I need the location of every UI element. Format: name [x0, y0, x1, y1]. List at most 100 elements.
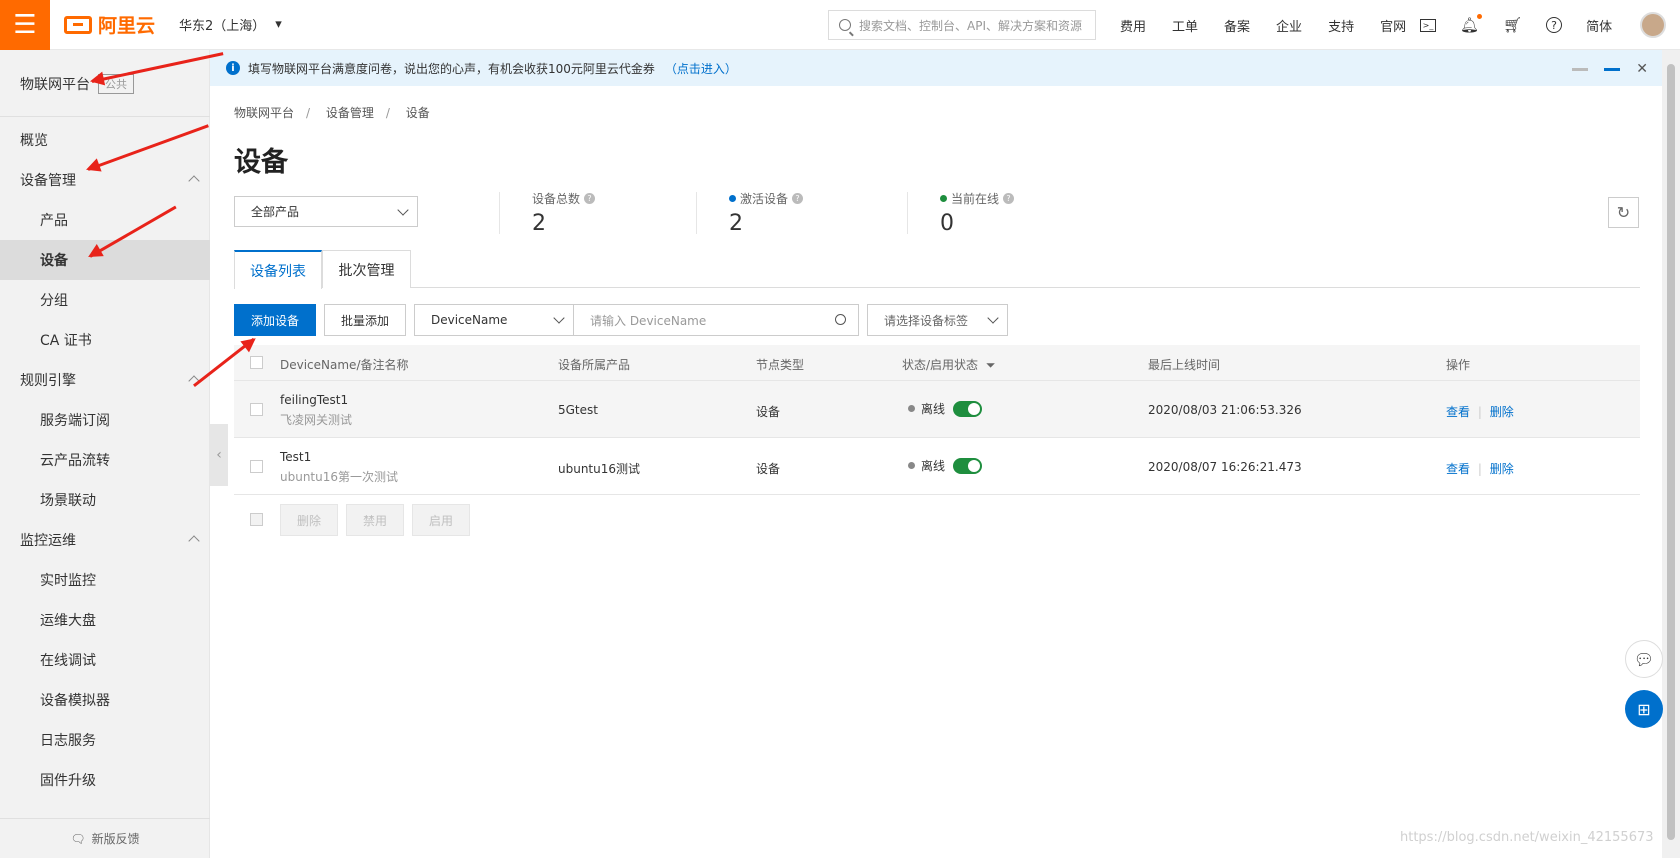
nav-support[interactable]: 支持 [1328, 16, 1354, 35]
bulk-enable-button[interactable]: 启用 [412, 504, 470, 536]
breadcrumb-item[interactable]: 物联网平台 [234, 106, 294, 120]
enable-toggle[interactable] [953, 457, 983, 474]
filter-field-select[interactable]: DeviceName [414, 304, 574, 336]
region-selector[interactable]: 华东2（上海） ▾ [179, 15, 282, 34]
terminal-icon[interactable]: >_ [1420, 18, 1436, 32]
sidebar-item-label: 在线调试 [40, 653, 96, 669]
product-select-value: 全部产品 [251, 205, 300, 219]
carousel-indicator[interactable] [1572, 67, 1589, 71]
search-icon [839, 19, 851, 31]
sidebar-item-data-forwarding[interactable]: 云产品流转 [0, 440, 210, 480]
sidebar-item-products[interactable]: 产品 [0, 200, 210, 240]
help-icon[interactable]: ? [584, 193, 596, 204]
stat-value: 2 [532, 211, 546, 236]
row-checkbox[interactable] [250, 460, 263, 473]
row-checkbox[interactable] [250, 403, 263, 416]
chat-button[interactable]: 💬︎ [1625, 640, 1663, 678]
close-icon[interactable]: ✕ [1636, 61, 1648, 77]
bulk-delete-button[interactable]: 删除 [280, 504, 338, 536]
sidebar-item-ops-dashboard[interactable]: 运维大盘 [0, 600, 210, 640]
sidebar-item-device-management[interactable]: 设备管理 [0, 160, 210, 200]
vertical-scrollbar[interactable] [1662, 50, 1680, 858]
apps-button[interactable]: ⊞ [1625, 690, 1663, 728]
sidebar-title-text: 物联网平台 [20, 77, 90, 93]
cart-icon[interactable]: 🛒︎ [1503, 16, 1522, 34]
breadcrumb-item[interactable]: 设备管理 [326, 106, 374, 120]
help-icon[interactable]: ? [792, 193, 804, 204]
filter-field-value: DeviceName [431, 313, 508, 327]
logo[interactable]: 阿里云 [64, 11, 155, 38]
sidebar-collapse-button[interactable]: ‹ [210, 424, 228, 486]
chevron-up-icon [188, 175, 200, 187]
sidebar-item-realtime-monitor[interactable]: 实时监控 [0, 560, 210, 600]
sidebar-item-online-debug[interactable]: 在线调试 [0, 640, 210, 680]
top-nav: 费用 工单 备案 企业 支持 官网 [1120, 0, 1432, 50]
stat-activated-devices: 激活设备? 2 [729, 190, 804, 236]
delete-link[interactable]: 删除 [1490, 405, 1514, 419]
sidebar-item-scene-linkage[interactable]: 场景联动 [0, 480, 210, 520]
add-device-button[interactable]: 添加设备 [234, 304, 316, 336]
stat-total-devices: 设备总数? 2 [532, 190, 596, 236]
scrollbar-thumb[interactable] [1667, 64, 1675, 840]
bell-icon[interactable]: 🔔︎ [1460, 14, 1483, 34]
sidebar-item-firmware-upgrade[interactable]: 固件升级 [0, 760, 210, 800]
feedback-button[interactable]: 🗨︎ 新版反馈 [0, 818, 210, 858]
view-link[interactable]: 查看 [1446, 405, 1470, 419]
filter-icon[interactable]: ⏷ [986, 358, 996, 372]
batch-add-button[interactable]: 批量添加 [324, 304, 406, 336]
chat-icon: 💬︎ [1633, 649, 1655, 669]
bulk-disable-button[interactable]: 禁用 [346, 504, 404, 536]
tab-bar: 设备列表 批次管理 [234, 250, 1640, 289]
menu-icon[interactable]: ☰ [0, 0, 50, 50]
device-name[interactable]: Test1 [280, 450, 398, 464]
watermark: https://blog.csdn.net/weixin_42155673 [1400, 830, 1654, 845]
tab-device-list[interactable]: 设备列表 [234, 250, 322, 289]
tab-batch-management[interactable]: 批次管理 [322, 250, 411, 288]
carousel-indicator-active[interactable] [1604, 67, 1621, 71]
sidebar-item-label: 云产品流转 [40, 453, 110, 469]
view-link[interactable]: 查看 [1446, 462, 1470, 476]
feedback-label: 新版反馈 [91, 832, 140, 846]
sidebar-item-server-subscription[interactable]: 服务端订阅 [0, 400, 210, 440]
sidebar-item-monitoring[interactable]: 监控运维 [0, 520, 210, 560]
sidebar-item-groups[interactable]: 分组 [0, 280, 210, 320]
sidebar-item-rules-engine[interactable]: 规则引擎 [0, 360, 210, 400]
nav-icp[interactable]: 备案 [1224, 16, 1250, 35]
delete-link[interactable]: 删除 [1490, 462, 1514, 476]
language-switch[interactable]: 简体 [1586, 16, 1612, 35]
nav-enterprise[interactable]: 企业 [1276, 16, 1302, 35]
help-icon[interactable]: ? [1003, 193, 1015, 204]
stat-divider [499, 192, 500, 234]
sidebar-item-log-service[interactable]: 日志服务 [0, 720, 210, 760]
device-tag-select[interactable]: 请选择设备标签 [867, 304, 1008, 336]
sidebar-item-ca-cert[interactable]: CA 证书 [0, 320, 210, 360]
stat-label: 设备总数 [532, 192, 581, 206]
notice-controls: ✕ [1572, 61, 1648, 77]
user-avatar[interactable] [1640, 12, 1666, 38]
device-tag-placeholder: 请选择设备标签 [884, 313, 969, 328]
device-name[interactable]: feilingTest1 [280, 393, 352, 407]
global-search-input[interactable]: 搜索文档、控制台、API、解决方案和资源 [828, 10, 1096, 40]
device-node-type: 设备 [756, 405, 781, 419]
device-search-input[interactable]: 请输入 DeviceName [573, 304, 859, 336]
breadcrumb: 物联网平台 / 设备管理 / 设备 [234, 106, 430, 120]
nav-tickets[interactable]: 工单 [1172, 16, 1198, 35]
product-select[interactable]: 全部产品 [234, 196, 418, 227]
brand-name: 阿里云 [98, 15, 156, 37]
page-title: 设备 [234, 147, 288, 178]
col-last-online: 最后上线时间 [1148, 358, 1221, 372]
help-icon[interactable]: ? [1546, 17, 1563, 33]
bulk-select-checkbox[interactable] [250, 513, 263, 526]
nav-fees[interactable]: 费用 [1120, 16, 1146, 35]
stat-divider [907, 192, 908, 234]
enable-toggle[interactable] [953, 400, 983, 417]
sidebar-item-device-simulator[interactable]: 设备模拟器 [0, 680, 210, 720]
refresh-button[interactable]: ↻ [1608, 197, 1639, 228]
sidebar-item-label: 产品 [40, 213, 68, 229]
col-device-name: DeviceName/备注名称 [280, 358, 409, 372]
select-all-checkbox[interactable] [250, 356, 263, 369]
nav-official-site[interactable]: 官网 [1380, 16, 1406, 35]
search-icon[interactable] [835, 314, 846, 325]
sidebar-item-overview[interactable]: 概览 [0, 120, 210, 160]
notice-link[interactable]: （点击进入） [665, 60, 737, 77]
